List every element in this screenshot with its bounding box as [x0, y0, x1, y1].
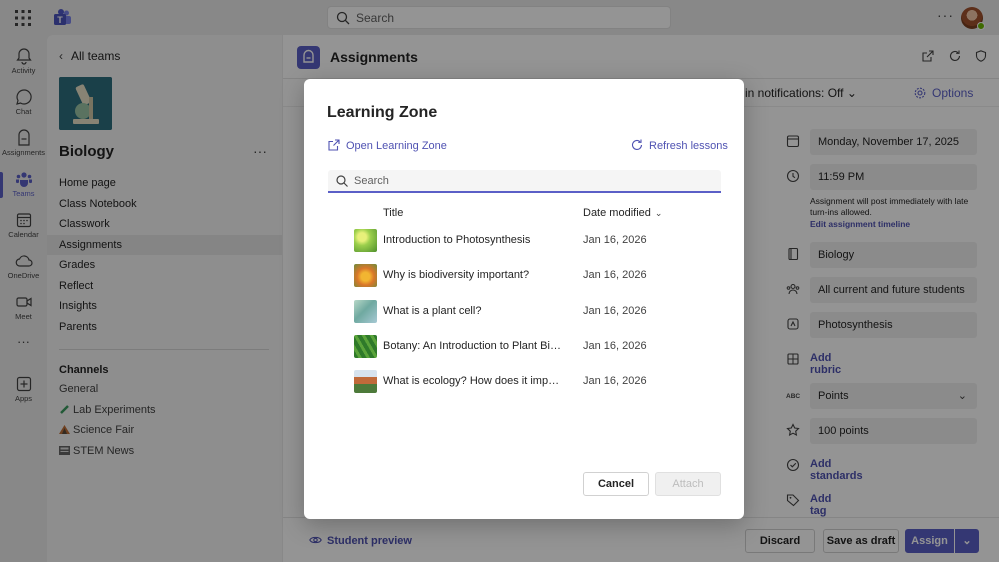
refresh-link-label: Refresh lessons — [649, 140, 728, 152]
sort-descending-icon: ⌄ — [654, 208, 663, 218]
lesson-list: Introduction to Photosynthesis Jan 16, 2… — [304, 224, 744, 400]
lesson-thumbnail — [354, 299, 377, 323]
refresh-lessons-link[interactable]: Refresh lessons — [631, 139, 728, 152]
attach-button[interactable]: Attach — [655, 472, 721, 496]
lesson-row[interactable]: Introduction to Photosynthesis Jan 16, 2… — [304, 224, 744, 259]
lesson-search-box — [328, 170, 721, 193]
cancel-button[interactable]: Cancel — [583, 472, 649, 496]
lesson-row[interactable]: Botany: An Introduction to Plant Biol...… — [304, 330, 744, 365]
lesson-title: What is a plant cell? — [383, 304, 482, 317]
learning-zone-dialog: Learning Zone Open Learning Zone Refresh… — [304, 79, 744, 519]
lesson-row[interactable]: What is ecology? How does it impact... J… — [304, 365, 744, 400]
lesson-date: Jan 16, 2026 — [583, 234, 647, 246]
lesson-title: Botany: An Introduction to Plant Biol... — [383, 339, 561, 352]
lesson-date: Jan 16, 2026 — [583, 304, 647, 317]
lesson-title: What is ecology? How does it impact... — [383, 375, 561, 388]
dialog-title: Learning Zone — [327, 104, 438, 121]
lesson-date: Jan 16, 2026 — [583, 269, 647, 282]
lesson-thumbnail — [354, 334, 377, 358]
lesson-title: Why is biodiversity important? — [383, 269, 530, 282]
lesson-row[interactable]: What is a plant cell? Jan 16, 2026 — [304, 295, 744, 330]
lesson-title: Introduction to Photosynthesis — [383, 234, 531, 246]
open-external-icon — [328, 139, 340, 151]
lesson-row[interactable]: Why is biodiversity important? Jan 16, 2… — [304, 259, 744, 294]
lesson-thumbnail — [354, 264, 377, 288]
open-learning-zone-link[interactable]: Open Learning Zone — [328, 139, 447, 152]
lesson-thumbnail — [354, 370, 377, 394]
open-link-label: Open Learning Zone — [346, 140, 447, 152]
date-header-label: Date modified — [583, 207, 651, 219]
column-header-date[interactable]: Date modified ⌄ — [583, 207, 662, 219]
lesson-date: Jan 16, 2026 — [583, 339, 647, 352]
column-header-title[interactable]: Title — [383, 207, 403, 219]
refresh-icon — [631, 139, 643, 150]
lesson-thumbnail — [354, 229, 377, 252]
lesson-search-input[interactable] — [354, 172, 714, 190]
search-icon — [336, 175, 348, 187]
lesson-date: Jan 16, 2026 — [583, 375, 647, 388]
